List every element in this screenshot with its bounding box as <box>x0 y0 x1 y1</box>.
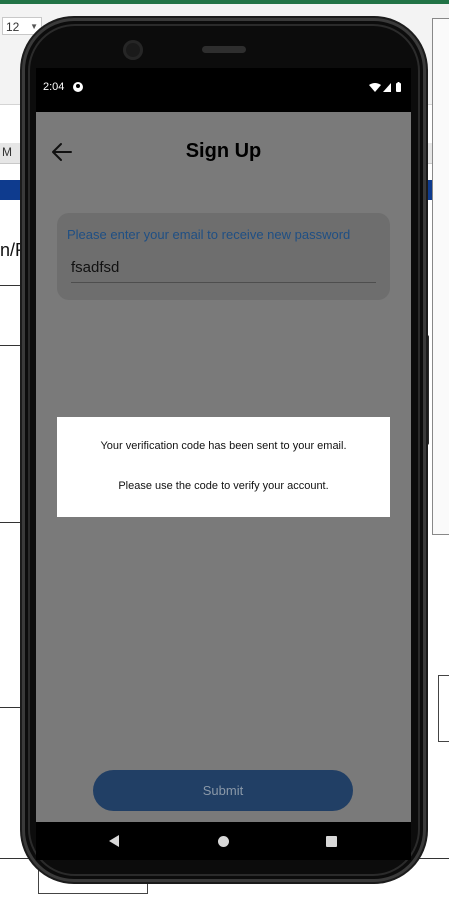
background-font-size-box[interactable]: 12 ▼ <box>2 17 42 35</box>
email-input[interactable]: fsadfsd <box>71 259 119 276</box>
email-field[interactable]: Please enter your email to receive new p… <box>57 213 390 300</box>
circle-home-icon[interactable] <box>218 836 229 847</box>
font-size-value: 12 <box>6 20 20 34</box>
email-field-label: Please enter your email to receive new p… <box>67 227 351 242</box>
status-time: 2:04 <box>43 81 65 93</box>
dialog-message-line2: Please use the code to verify your accou… <box>118 480 329 492</box>
verification-dialog: Your verification code has been sent to … <box>57 417 390 517</box>
square-recents-icon[interactable] <box>326 836 337 847</box>
phone-screen: 2:04 Sign Up Please enter your email to … <box>36 68 411 860</box>
submit-button[interactable]: Submit <box>93 770 353 811</box>
wifi-signal-battery-icon <box>369 82 401 92</box>
email-field-underline <box>71 282 376 283</box>
triangle-back-icon[interactable] <box>108 834 120 853</box>
dialog-message-line1: Your verification code has been sent to … <box>100 440 347 452</box>
front-camera-icon <box>123 40 143 60</box>
android-navigation-bar <box>36 822 411 860</box>
background-shape <box>438 675 449 742</box>
page-title: Sign Up <box>185 140 262 162</box>
earpiece-speaker <box>202 46 246 53</box>
background-side-pane <box>432 18 449 535</box>
column-letter: M <box>2 145 12 159</box>
notification-app-icon <box>73 82 83 92</box>
status-bar: 2:04 <box>36 68 411 112</box>
status-icons <box>369 81 403 99</box>
app-header: Sign Up <box>36 112 411 192</box>
